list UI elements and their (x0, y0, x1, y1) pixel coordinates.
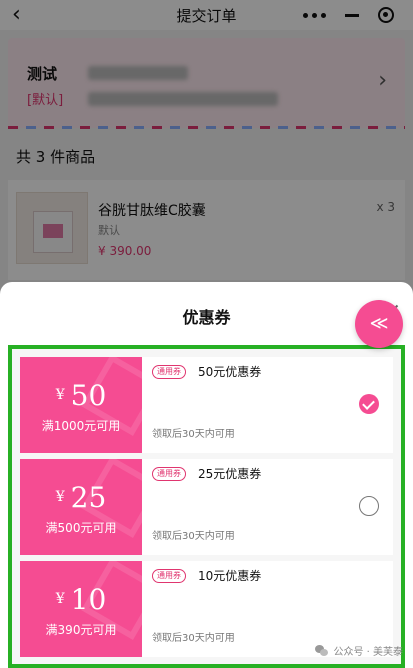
coupon-amount: 10 (70, 583, 107, 616)
coupon-radio-checked-icon[interactable] (359, 394, 379, 414)
coupon-amount: 50 (70, 379, 107, 412)
coupon-radio-icon[interactable] (359, 496, 379, 516)
sheet-title: 优惠券 (182, 308, 231, 327)
coupon-value-panel: ¥25 满500元可用 (20, 459, 142, 555)
watermark-text: 公众号 · 美芙泰 (333, 647, 403, 658)
currency-symbol: ¥ (55, 591, 65, 607)
coupon-amount: 25 (70, 481, 107, 514)
currency-symbol: ¥ (55, 489, 65, 505)
coupon-value-panel: ¥10 满390元可用 (20, 561, 142, 657)
coupon-list: ¥50 满1000元可用 通用券 50元优惠券 领取后30天内可用 ¥25 满5… (8, 345, 405, 668)
scroll-up-icon[interactable]: ≪ (355, 300, 403, 348)
currency-symbol: ¥ (55, 387, 65, 403)
coupon-value-panel: ¥50 满1000元可用 (20, 357, 142, 453)
coupon-validity: 领取后30天内可用 (152, 531, 235, 542)
coupon-type-badge: 通用券 (152, 467, 186, 481)
coupon-validity: 领取后30天内可用 (152, 633, 235, 644)
coupon-card[interactable]: ¥25 满500元可用 通用券 25元优惠券 领取后30天内可用 (20, 459, 393, 555)
coupon-card[interactable]: ¥50 满1000元可用 通用券 50元优惠券 领取后30天内可用 (20, 357, 393, 453)
coupon-type-badge: 通用券 (152, 569, 186, 583)
coupon-validity: 领取后30天内可用 (152, 429, 235, 440)
coupon-sheet: 优惠券 ¥50 满1000元可用 通用券 50元优惠券 领取后30天内可用 ¥2… (0, 282, 413, 668)
coupon-type-badge: 通用券 (152, 365, 186, 379)
coupon-condition: 满500元可用 (45, 521, 117, 535)
coupon-condition: 满1000元可用 (41, 419, 121, 433)
wechat-icon (315, 644, 329, 657)
coupon-name: 10元优惠券 (198, 569, 262, 583)
coupon-name: 50元优惠券 (198, 365, 262, 379)
watermark: 公众号 · 美芙泰 (315, 643, 403, 658)
coupon-condition: 满390元可用 (45, 623, 117, 637)
coupon-name: 25元优惠券 (198, 467, 262, 481)
